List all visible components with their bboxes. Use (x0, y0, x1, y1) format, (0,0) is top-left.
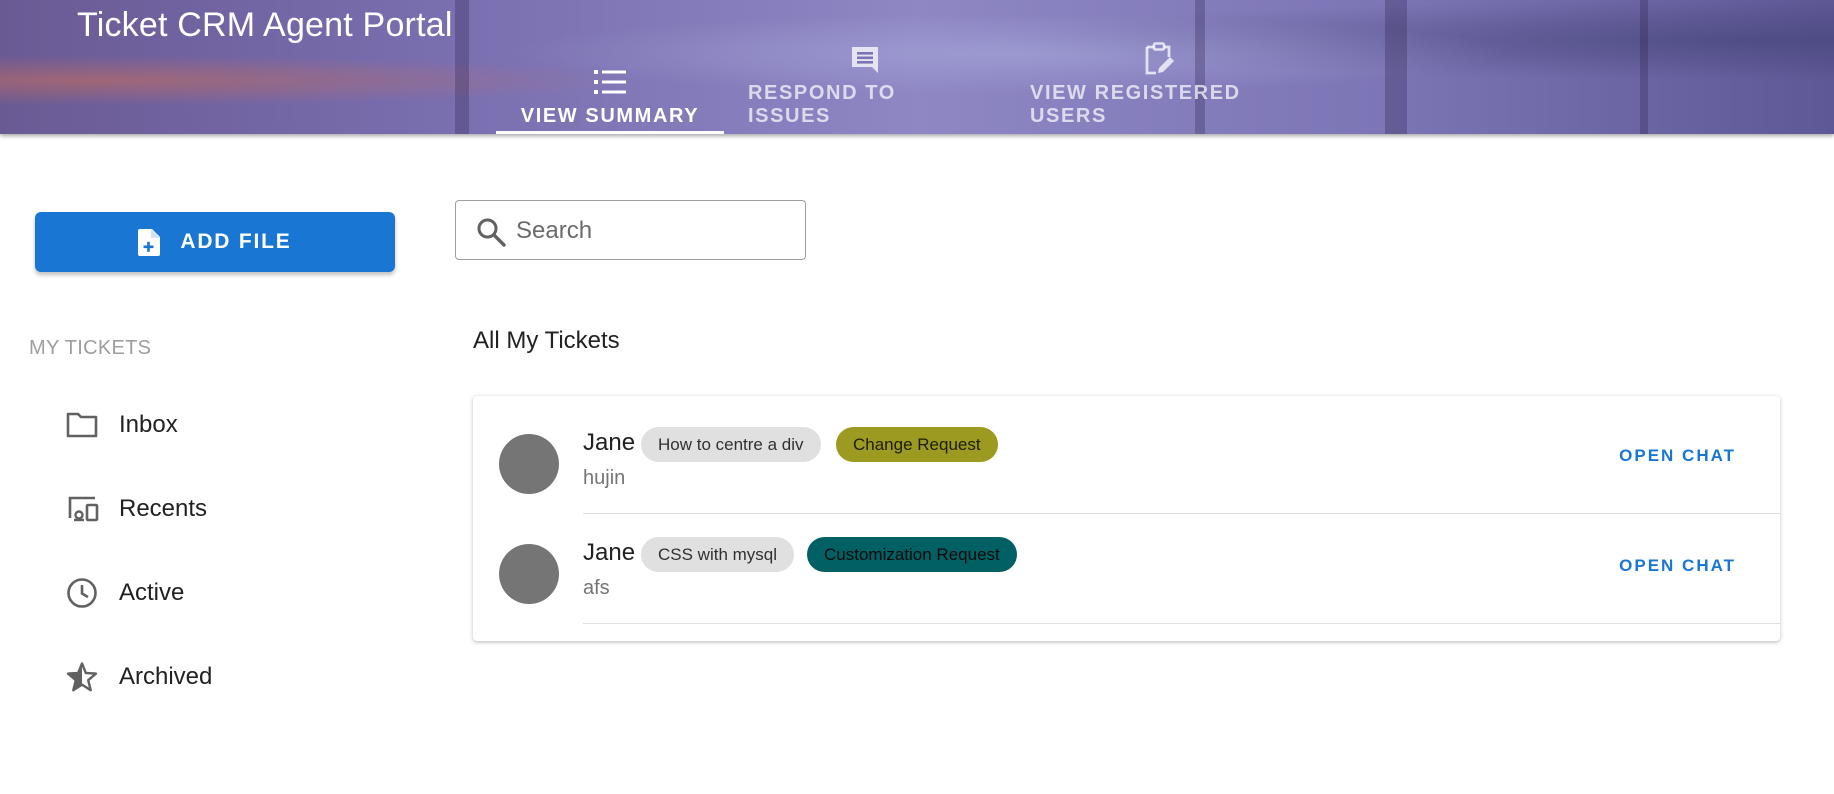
sidebar-item-inbox[interactable]: Inbox (0, 389, 440, 461)
avatar (499, 434, 559, 494)
search-icon (476, 217, 506, 247)
main-tabs: VIEW SUMMARY RESPOND TO ISSUES VIEW REGI… (496, 42, 1312, 134)
sidebar-item-label: Inbox (119, 411, 178, 438)
ticket-subtitle: hujin (583, 467, 626, 489)
search-box[interactable] (455, 200, 806, 260)
open-chat-button[interactable]: OPEN CHAT (1619, 556, 1736, 576)
app-header: Ticket CRM Agent Portal VIEW SUMMARY RES… (0, 0, 1834, 134)
open-chat-button[interactable]: OPEN CHAT (1619, 446, 1736, 466)
avatar (499, 544, 559, 604)
add-file-button[interactable]: ADD FILE (35, 212, 395, 272)
sidebar-item-active[interactable]: Active (0, 557, 440, 629)
tab-respond-to-issues[interactable]: RESPOND TO ISSUES (724, 47, 1006, 134)
add-file-label: ADD FILE (180, 230, 292, 253)
devices-icon (65, 492, 99, 526)
ticket-user-name: Jane (583, 429, 636, 456)
clock-icon (65, 576, 99, 610)
ticket-list: Jane How to centre a div Change Request … (473, 396, 1780, 641)
star-icon (65, 660, 99, 694)
divider (583, 623, 1780, 624)
list-icon (593, 65, 627, 99)
sidebar-item-label: Active (119, 579, 185, 606)
header-background-decoration (1640, 0, 1648, 134)
sidebar-item-label: Recents (119, 495, 208, 522)
clipboard-edit-icon (1142, 42, 1176, 76)
sidebar-item-archived[interactable]: Archived (0, 641, 440, 713)
ticket-row[interactable]: Jane CSS with mysql Customization Reques… (473, 514, 1780, 624)
search-input[interactable] (516, 211, 796, 251)
header-background-decoration (1385, 0, 1407, 134)
tab-view-registered-users[interactable]: VIEW REGISTERED USERS (1006, 42, 1312, 134)
folder-icon (65, 408, 99, 442)
ticket-subject-chip: How to centre a div (641, 427, 821, 462)
ticket-subtitle: afs (583, 577, 610, 599)
ticket-row[interactable]: Jane How to centre a div Change Request … (473, 404, 1780, 514)
tab-label: VIEW SUMMARY (520, 105, 700, 127)
app-title: Ticket CRM Agent Portal (77, 6, 453, 44)
my-tickets-heading: MY TICKETS (29, 337, 152, 359)
tab-view-summary[interactable]: VIEW SUMMARY (496, 58, 724, 134)
ticket-user-name: Jane (583, 539, 636, 566)
sidebar-item-label: Archived (119, 663, 213, 690)
header-background-decoration (455, 0, 469, 134)
file-plus-icon (138, 228, 164, 256)
tab-label: VIEW REGISTERED USERS (1030, 82, 1241, 127)
tab-label: RESPOND TO ISSUES (748, 82, 896, 127)
message-icon (848, 44, 882, 76)
list-title: All My Tickets (473, 327, 620, 354)
sidebar-item-recents[interactable]: Recents (0, 473, 440, 545)
ticket-subject-chip: CSS with mysql (641, 537, 795, 572)
ticket-type-chip: Change Request (836, 427, 998, 462)
ticket-type-chip: Customization Request (807, 537, 1017, 572)
